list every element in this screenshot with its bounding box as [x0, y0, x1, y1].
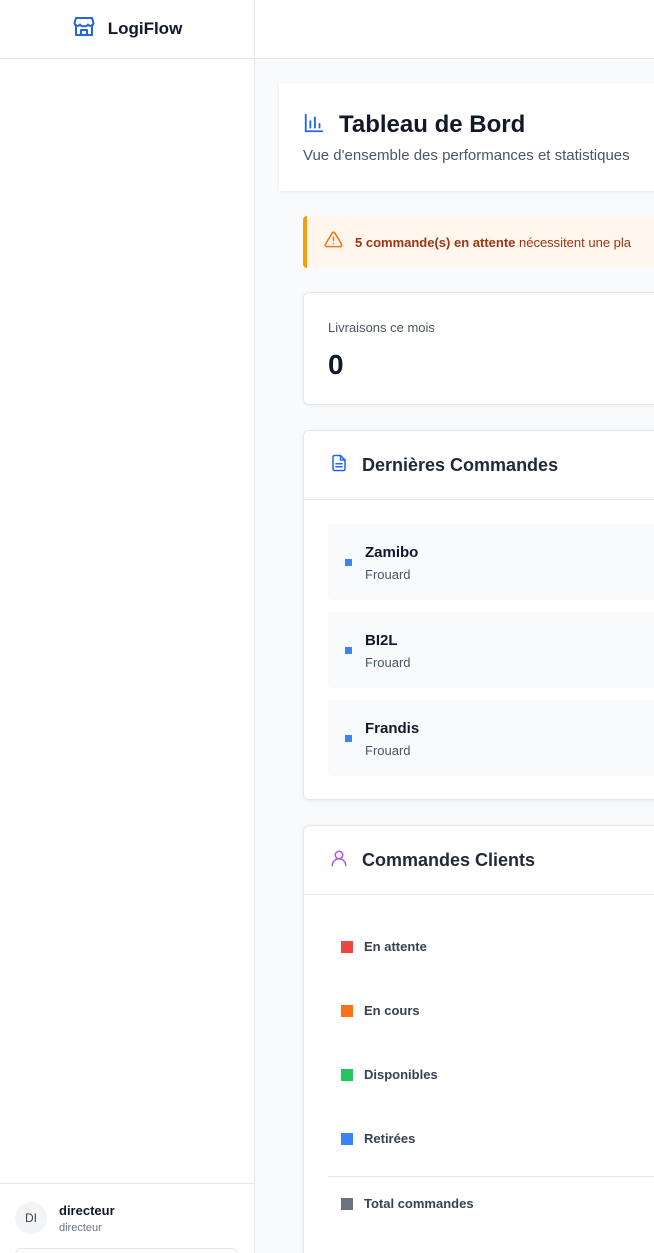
client-orders-card: Commandes Clients En attente En cours Di… [303, 825, 654, 1253]
status-swatch [341, 1197, 353, 1210]
document-icon [330, 453, 348, 478]
alert-message: 5 commande(s) en attente nécessitent une… [355, 235, 631, 250]
alert-text: nécessitent une pla [515, 234, 632, 250]
latest-orders-header: Dernières Commandes [304, 431, 654, 500]
order-status-dot [345, 647, 352, 654]
order-city: Frouard [365, 567, 411, 582]
page-title: Tableau de Bord [339, 111, 526, 138]
latest-orders-title: Dernières Commandes [362, 454, 559, 475]
stat-value: 0 [328, 349, 344, 380]
bar-chart-icon [303, 112, 325, 139]
divider [328, 1176, 654, 1177]
status-swatch [341, 1068, 353, 1081]
status-label: En cours [364, 1003, 420, 1018]
order-name: Frandis [365, 720, 420, 737]
status-swatch [341, 1132, 353, 1145]
user-name: directeur [59, 1203, 115, 1218]
status-label: Retirées [364, 1131, 416, 1146]
status-swatch [341, 940, 353, 953]
status-row-available: Disponibles [341, 1067, 438, 1082]
user-panel[interactable]: DI directeur directeur [0, 1183, 254, 1253]
warning-triangle-icon [324, 230, 343, 254]
stat-label: Livraisons ce mois [328, 320, 435, 335]
page-header: Tableau de Bord Vue d'ensemble des perfo… [279, 83, 654, 191]
user-icon [330, 848, 348, 873]
status-label: Total commandes [364, 1196, 474, 1211]
order-item[interactable]: Zamibo Frouard [328, 524, 654, 600]
page-title-row: Tableau de Bord [303, 111, 525, 139]
order-status-dot [345, 559, 352, 566]
pending-orders-alert: 5 commande(s) en attente nécessitent une… [303, 216, 654, 268]
order-status-dot [345, 735, 352, 742]
client-orders-title: Commandes Clients [362, 849, 536, 870]
order-city: Frouard [365, 743, 411, 758]
status-row-in-progress: En cours [341, 1003, 420, 1018]
user-role: directeur [59, 1222, 102, 1234]
status-swatch [341, 1004, 353, 1017]
logout-button[interactable] [15, 1248, 238, 1253]
brand[interactable]: LogiFlow [0, 0, 254, 59]
sidebar: LogiFlow DI directeur directeur [0, 0, 255, 1253]
status-label: Disponibles [364, 1067, 438, 1082]
deliveries-stat-card: Livraisons ce mois 0 [303, 292, 654, 405]
status-row-total: Total commandes [341, 1196, 474, 1211]
order-name: BI2L [365, 632, 398, 649]
latest-orders-card: Dernières Commandes Zamibo Frouard BI2L … [303, 430, 654, 800]
order-name: Zamibo [365, 544, 419, 561]
order-item[interactable]: BI2L Frouard [328, 612, 654, 688]
order-city: Frouard [365, 655, 411, 670]
client-orders-header: Commandes Clients [304, 826, 654, 895]
status-row-withdrawn: Retirées [341, 1131, 415, 1146]
status-label: En attente [364, 939, 427, 954]
avatar: DI [15, 1202, 47, 1234]
page-subtitle: Vue d'ensemble des performances et stati… [303, 147, 630, 164]
store-icon [72, 15, 96, 44]
status-row-pending: En attente [341, 939, 427, 954]
alert-strong: 5 commande(s) en attente [355, 234, 516, 250]
brand-name: LogiFlow [107, 19, 183, 38]
top-bar [255, 0, 654, 59]
order-item[interactable]: Frandis Frouard [328, 700, 654, 776]
